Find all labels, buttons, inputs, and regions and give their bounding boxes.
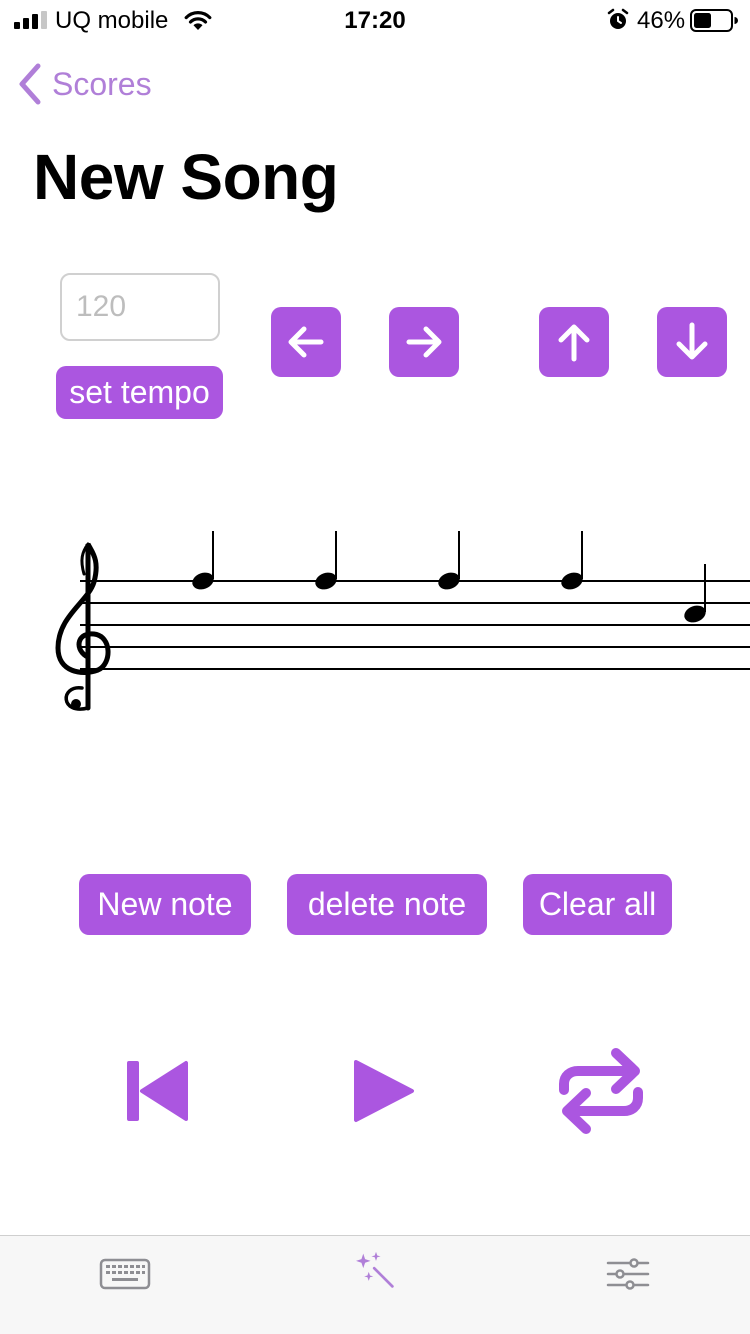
notes-group — [190, 531, 708, 625]
arrow-right-icon — [406, 326, 442, 358]
status-bar: UQ mobile 17:20 46% — [0, 0, 750, 40]
quarter-note[interactable] — [682, 564, 708, 625]
pitch-down-button[interactable] — [657, 307, 727, 377]
treble-clef-icon — [55, 542, 111, 711]
pitch-up-button[interactable] — [539, 307, 609, 377]
arrow-left-icon — [288, 326, 324, 358]
tab-bar — [0, 1235, 750, 1334]
clear-all-label: Clear all — [538, 886, 657, 922]
quarter-note[interactable] — [559, 531, 585, 592]
move-left-button[interactable] — [271, 307, 341, 377]
battery-percent: 46% — [637, 7, 686, 34]
music-staff[interactable] — [0, 530, 750, 730]
keyboard-icon[interactable] — [97, 1254, 153, 1294]
back-button[interactable]: Scores — [14, 60, 152, 108]
sliders-icon[interactable] — [600, 1254, 656, 1294]
clear-all-button[interactable]: Clear all — [523, 874, 672, 935]
set-tempo-button[interactable]: set tempo — [56, 366, 223, 419]
quarter-note[interactable] — [313, 531, 339, 592]
battery-icon — [690, 9, 738, 32]
page-title: New Song — [33, 141, 339, 213]
new-note-button[interactable]: New note — [79, 874, 251, 935]
arrow-down-icon — [676, 322, 708, 360]
chevron-left-icon — [19, 63, 41, 105]
alarm-icon — [607, 8, 629, 29]
arrow-up-icon — [558, 324, 590, 362]
magic-wand-icon[interactable] — [348, 1250, 404, 1290]
move-right-button[interactable] — [389, 307, 459, 377]
delete-note-label: delete note — [307, 886, 467, 922]
delete-note-button[interactable]: delete note — [287, 874, 487, 935]
skip-back-icon[interactable] — [124, 1058, 190, 1124]
tempo-input[interactable] — [60, 273, 220, 341]
repeat-icon[interactable] — [556, 1046, 646, 1136]
quarter-note[interactable] — [190, 531, 216, 592]
quarter-note[interactable] — [436, 531, 462, 592]
play-icon[interactable] — [348, 1056, 418, 1126]
back-label: Scores — [52, 65, 152, 102]
new-note-label: New note — [97, 886, 233, 922]
staff-lines — [80, 580, 750, 670]
set-tempo-label: set tempo — [69, 374, 210, 410]
